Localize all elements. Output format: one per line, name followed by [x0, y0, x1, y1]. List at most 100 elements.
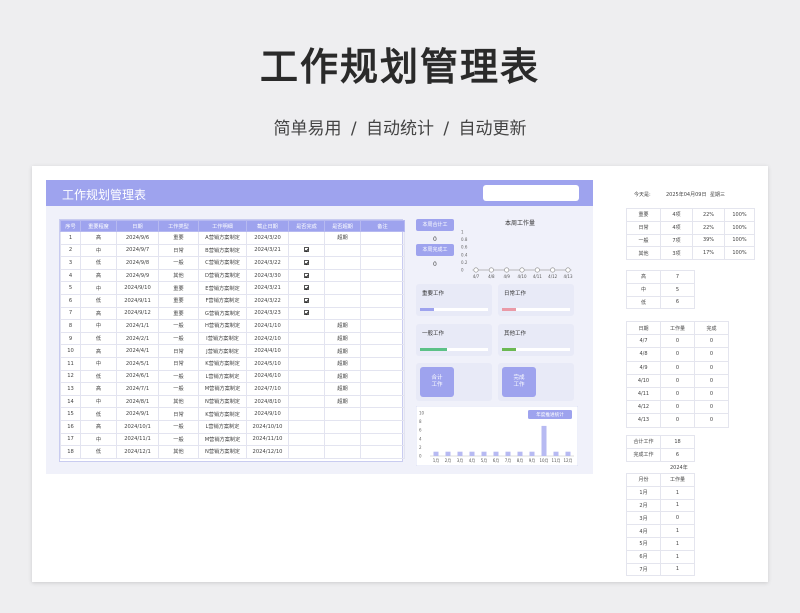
column-header[interactable]: 是否超期: [324, 220, 361, 232]
table-cell: I营销方案制定: [198, 331, 247, 346]
table-cell: [324, 445, 361, 459]
table-cell: 超期: [324, 344, 361, 358]
table-cell[interactable]: [288, 268, 325, 283]
table-cell[interactable]: [288, 281, 325, 295]
week-line-chart: 1 0.8 0.6 0.4 0.2 0 4/7 4/8 4/9 4/10 4/11 4/12 4/13: [461, 230, 573, 280]
table-cell: 2024/1/1: [116, 319, 159, 333]
table-cell[interactable]: [288, 369, 325, 384]
table-row[interactable]: 16 高 2024/10/1 一般 L营销方案制定 2024/10/10: [60, 419, 405, 434]
table-cell: 18: [60, 445, 81, 459]
table-cell[interactable]: [288, 382, 325, 396]
year-bar: [541, 425, 547, 456]
table-row[interactable]: 5 中 2024/9/10 重要 E营销方案制定 2024/3/21: [60, 281, 405, 295]
spreadsheet-preview: 工作规划管理表 序号 重要程度 日期 工作类型 工作明细 截止日期 是否完成 是否超期 备注 1…: [32, 166, 768, 582]
week-x-tick: 4/12: [548, 274, 557, 279]
column-header[interactable]: 备注: [360, 220, 405, 232]
table-cell[interactable]: [288, 243, 325, 258]
table-cell[interactable]: [288, 407, 325, 421]
table-cell[interactable]: [288, 344, 325, 358]
table-cell[interactable]: [288, 445, 325, 459]
table-cell[interactable]: [288, 419, 325, 434]
table-cell: 0: [660, 360, 695, 375]
table-row[interactable]: 2 中 2024/9/7 日常 B营销方案制定 2024/3/21: [60, 243, 405, 258]
checkbox-checked-icon[interactable]: [304, 285, 309, 291]
table-row[interactable]: 9 低 2024/2/1 一般 I营销方案制定 2024/2/10 超期: [60, 331, 405, 346]
table-cell: 2024/7/10: [246, 382, 289, 396]
column-header[interactable]: 序号: [60, 220, 81, 232]
table-row[interactable]: 18 低 2024/12/1 其他 N营销方案制定 2024/12/10: [60, 445, 405, 459]
table-cell: 高: [80, 306, 117, 321]
table-cell[interactable]: [288, 356, 325, 371]
year-bar: [433, 451, 439, 456]
today-label: 今天是:: [634, 192, 651, 198]
column-header[interactable]: 重要程度: [80, 220, 117, 232]
checkbox-checked-icon[interactable]: [304, 247, 309, 253]
card-general-track: [420, 348, 488, 351]
table-cell: 1: [660, 498, 695, 513]
table-row[interactable]: 4 高 2024/9/9 其他 D营销方案制定 2024/3/30: [60, 268, 405, 283]
table-cell: 中: [80, 432, 117, 447]
table-row[interactable]: 3 低 2024/9/8 一般 C营销方案制定 2024/3/22: [60, 256, 405, 270]
table-cell: 10: [60, 344, 81, 358]
table-cell: 完成工作: [626, 447, 661, 462]
table-cell[interactable]: [288, 293, 325, 308]
card-other-track: [502, 348, 570, 351]
column-header[interactable]: 工作类型: [158, 220, 199, 232]
table-row[interactable]: 12 低 2024/6/1 一般 L营销方案制定 2024/6/10 超期: [60, 369, 405, 384]
table-cell[interactable]: [288, 319, 325, 333]
table-cell: [360, 256, 405, 270]
column-header[interactable]: 截止日期: [246, 220, 289, 232]
table-cell[interactable]: [288, 306, 325, 321]
table-cell: 低: [80, 331, 117, 346]
table-row[interactable]: 14 中 2024/8/1 其他 N营销方案制定 2024/8/10 超期: [60, 394, 405, 409]
total-work-button[interactable]: 合计 工作: [420, 367, 454, 397]
table-row[interactable]: 1 高 2024/9/6 重要 A营销方案制定 2024/3/20 超期: [60, 231, 405, 245]
table-row[interactable]: 6 低 2024/9/11 重要 F营销方案制定 2024/3/22: [60, 293, 405, 308]
week-x-tick: 4/9: [503, 274, 510, 279]
year-x-tick: 6月: [493, 458, 500, 463]
table-row[interactable]: 13 高 2024/7/1 一般 M营销方案制定 2024/7/10 超期: [60, 382, 405, 396]
checkbox-checked-icon[interactable]: [304, 297, 309, 303]
year-x-tick: 5月: [481, 458, 488, 463]
checkbox-checked-icon[interactable]: [304, 310, 309, 316]
table-cell: 4/7: [626, 334, 661, 349]
checkbox-checked-icon[interactable]: [304, 259, 309, 265]
table-row: 月份 工作量: [626, 473, 695, 487]
table-cell: [324, 432, 361, 447]
table-cell: 2024/6/1: [116, 369, 159, 384]
table-cell: [360, 394, 405, 409]
total-card: 合计 工作: [416, 363, 492, 401]
table-cell[interactable]: [288, 256, 325, 270]
search-input[interactable]: [483, 185, 579, 201]
table-cell: 5: [660, 282, 695, 297]
table-cell: 6: [660, 295, 695, 310]
week-total-button[interactable]: 本周合计工: [416, 219, 454, 231]
table-cell: 2024/9/12: [116, 306, 159, 321]
table-cell: C营销方案制定: [198, 256, 247, 270]
year-bar: [565, 451, 571, 456]
table-cell: 11: [60, 356, 81, 371]
column-header[interactable]: 是否完成: [288, 220, 325, 232]
table-cell[interactable]: [288, 231, 325, 245]
table-row[interactable]: 10 高 2024/4/1 日常 J营销方案制定 2024/4/10 超期: [60, 344, 405, 358]
table-row[interactable]: 8 中 2024/1/1 一般 H营销方案制定 2024/1/10 超期: [60, 319, 405, 333]
column-header[interactable]: 工作明细: [198, 220, 247, 232]
table-cell: 高: [626, 270, 661, 284]
week-done-button[interactable]: 本周完成工: [416, 244, 454, 256]
table-row[interactable]: 15 低 2024/9/1 日常 K营销方案制定 2024/9/10: [60, 407, 405, 421]
card-daily-track: [502, 308, 570, 311]
table-cell[interactable]: [288, 394, 325, 409]
table-row[interactable]: 17 中 2024/11/1 一般 M营销方案制定 2024/11/10: [60, 432, 405, 447]
done-work-button[interactable]: 完成 工作: [502, 367, 536, 397]
table-cell[interactable]: [288, 432, 325, 447]
table-row[interactable]: 7 高 2024/9/12 重要 G营销方案制定 2024/3/23: [60, 306, 405, 321]
table-cell: 超期: [324, 394, 361, 409]
checkbox-checked-icon[interactable]: [304, 272, 309, 278]
table-row[interactable]: 11 中 2024/5/1 日常 K营销方案制定 2024/5/10 超期: [60, 356, 405, 371]
table-cell: 一般: [158, 382, 199, 396]
table-cell[interactable]: [288, 331, 325, 346]
table-cell: [324, 256, 361, 270]
card-general-bar: [420, 348, 448, 351]
column-header[interactable]: 日期: [116, 220, 159, 232]
table-cell: [360, 432, 405, 447]
